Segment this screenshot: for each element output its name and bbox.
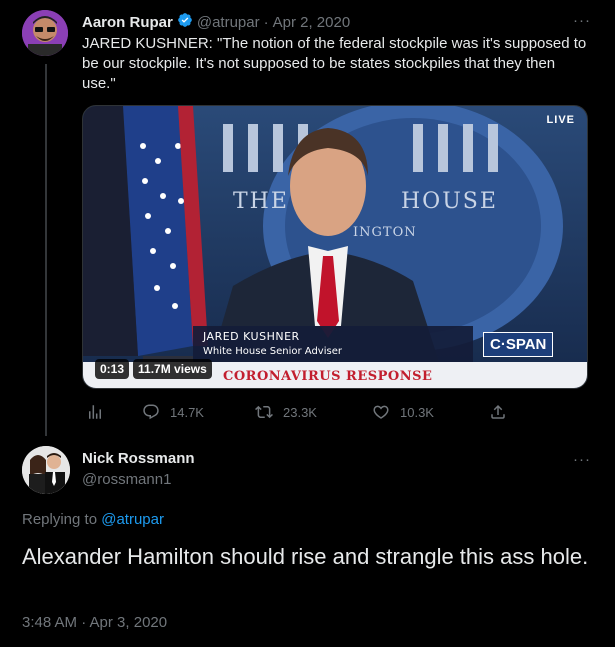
heart-icon	[373, 405, 389, 419]
author-avatar[interactable]	[22, 10, 68, 56]
live-indicator: LIVE	[546, 114, 575, 126]
reply-button[interactable]: 14.7K	[142, 403, 204, 421]
video-player[interactable]: THE HOUSE INGTON LIVE JARED KUSHNER Whit…	[82, 105, 588, 389]
svg-text:HOUSE: HOUSE	[401, 189, 498, 214]
reply-author-handle[interactable]: @rossmann1	[82, 471, 171, 488]
svg-text:INGTON: INGTON	[353, 225, 417, 240]
network-logo: C·SPAN	[483, 332, 554, 357]
banner-text: CORONAVIRUS RESPONSE	[223, 369, 433, 384]
verified-badge-icon	[177, 12, 193, 32]
video-view-count: 11.7M views	[133, 359, 212, 379]
replying-mention-link[interactable]: @atrupar	[101, 511, 164, 528]
reply-icon	[143, 404, 159, 420]
author-handle[interactable]: @atrupar	[197, 14, 260, 31]
tweet-date[interactable]: Apr 2, 2020	[273, 14, 351, 31]
tweet-text: JARED KUSHNER: "The notion of the federa…	[82, 35, 587, 92]
analytics-button[interactable]	[86, 403, 114, 421]
tweet-header: Aaron Rupar @atrupar · Apr 2, 2020 ···	[82, 12, 591, 32]
thread-connector-line	[45, 64, 47, 436]
svg-text:THE: THE	[233, 189, 289, 214]
reply-author-name[interactable]: Nick Rossmann	[82, 450, 195, 467]
video-timecode: 0:13	[95, 359, 130, 379]
bar-chart-icon	[89, 405, 101, 419]
author-name[interactable]: Aaron Rupar	[82, 14, 173, 31]
lower-third-name: JARED KUSHNER	[203, 330, 300, 343]
reply-author-avatar[interactable]	[22, 446, 70, 494]
reply-count: 14.7K	[170, 404, 204, 420]
tweet-action-bar: 14.7K 23.3K 10.3K	[82, 400, 508, 424]
share-icon	[491, 404, 505, 419]
lower-third-title: White House Senior Adviser	[203, 346, 342, 357]
more-options-icon[interactable]: ···	[573, 12, 591, 29]
video-overlay-badges: 0:13 11.7M views	[95, 359, 212, 379]
retweet-count: 23.3K	[283, 404, 317, 420]
reply-text: Alexander Hamilton should rise and stran…	[22, 544, 589, 569]
retweet-icon	[255, 405, 273, 419]
replying-prefix: Replying to	[22, 511, 102, 528]
reply-more-options-icon[interactable]: ···	[573, 451, 591, 468]
retweet-button[interactable]: 23.3K	[255, 403, 317, 421]
like-button[interactable]: 10.3K	[372, 403, 434, 421]
reply-timestamp[interactable]: 3:48 AM · Apr 3, 2020	[22, 614, 167, 631]
header-separator: ·	[263, 13, 269, 31]
replying-to-line: Replying to @atrupar	[22, 511, 164, 528]
like-count: 10.3K	[400, 404, 434, 420]
share-button[interactable]	[489, 403, 517, 421]
